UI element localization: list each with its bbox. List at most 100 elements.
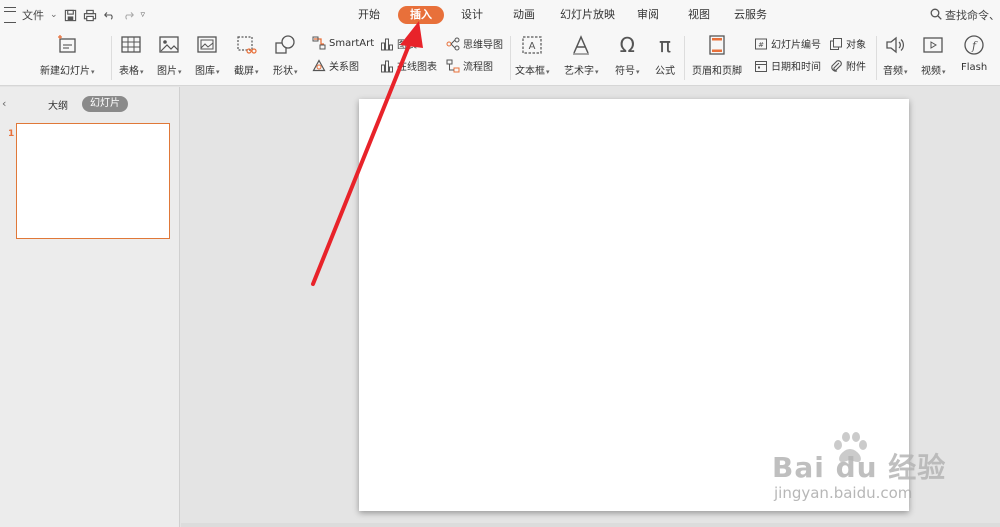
print-icon[interactable] xyxy=(83,7,97,23)
caret-icon: ▾ xyxy=(255,68,259,76)
slide-number-button[interactable]: # 幻灯片编号 xyxy=(754,36,821,51)
formula-button[interactable]: π 公式 xyxy=(654,33,676,77)
gallery-button[interactable]: 图库▾ xyxy=(195,34,220,77)
collapse-panel-icon[interactable]: ‹ xyxy=(2,97,6,110)
chart-button[interactable]: 图表 xyxy=(380,36,417,51)
flowchart-button[interactable]: 流程图 xyxy=(446,58,493,73)
textbox-icon: A xyxy=(521,34,543,56)
wordart-label: 艺术字 xyxy=(564,66,594,77)
search-command[interactable]: 查找命令、 xyxy=(930,7,1000,23)
online-chart-icon xyxy=(380,59,394,73)
tab-home[interactable]: 开始 xyxy=(358,6,380,24)
online-chart-label: 在线图表 xyxy=(397,62,437,73)
paperclip-icon xyxy=(829,59,843,73)
audio-button[interactable]: 音频▾ xyxy=(883,34,908,77)
tab-design[interactable]: 设计 xyxy=(461,6,483,24)
svg-text:A: A xyxy=(529,41,536,52)
table-icon xyxy=(120,34,142,56)
flash-button[interactable]: f Flash xyxy=(961,34,987,73)
ribbon-toolbar: 新建幻灯片▾ 表格▾ 图片▾ 图库▾ 截屏▾ 形状▾ SmartArt 关系图 … xyxy=(0,30,1000,86)
slide-number-label: 幻灯片编号 xyxy=(771,40,821,51)
symbol-button[interactable]: Ω 符号▾ xyxy=(615,33,640,77)
object-label: 对象 xyxy=(846,40,866,51)
screenshot-button[interactable]: 截屏▾ xyxy=(234,34,259,77)
new-slide-label: 新建幻灯片 xyxy=(40,66,90,77)
symbol-label: 符号 xyxy=(615,66,635,77)
textbox-button[interactable]: A 文本框▾ xyxy=(515,34,550,77)
calendar-icon xyxy=(754,59,768,73)
caret-icon: ▾ xyxy=(140,68,144,76)
tab-animation[interactable]: 动画 xyxy=(513,6,535,24)
tab-outline[interactable]: 大纲 xyxy=(48,97,68,112)
undo-icon[interactable] xyxy=(103,7,116,23)
svg-text:f: f xyxy=(971,40,978,53)
svg-text:#: # xyxy=(758,41,764,49)
date-time-label: 日期和时间 xyxy=(771,62,821,73)
table-button[interactable]: 表格▾ xyxy=(119,34,144,77)
wordart-icon xyxy=(570,34,592,56)
caret-icon: ▾ xyxy=(904,68,908,76)
hamburger-menu-icon[interactable] xyxy=(4,7,16,23)
picture-button[interactable]: 图片▾ xyxy=(157,34,182,77)
caret-icon: ▾ xyxy=(216,68,220,76)
search-icon xyxy=(930,8,942,23)
caret-icon: ▾ xyxy=(546,68,550,76)
online-chart-button[interactable]: 在线图表 xyxy=(380,58,437,73)
header-footer-label: 页眉和页脚 xyxy=(692,66,742,77)
header-footer-button[interactable]: 页眉和页脚 xyxy=(692,34,742,77)
mindmap-label: 思维导图 xyxy=(463,40,503,51)
shape-label: 形状 xyxy=(273,66,293,77)
video-label: 视频 xyxy=(921,66,941,77)
new-slide-icon xyxy=(56,34,78,56)
horizontal-scrollbar[interactable] xyxy=(181,523,1000,527)
mindmap-button[interactable]: 思维导图 xyxy=(446,36,503,51)
screenshot-icon xyxy=(235,34,257,56)
wordart-button[interactable]: 艺术字▾ xyxy=(564,34,599,77)
file-menu[interactable]: 文件 xyxy=(22,7,44,23)
tab-insert[interactable]: 插入 xyxy=(398,6,444,24)
divider xyxy=(510,36,511,80)
tab-slides[interactable]: 幻灯片 xyxy=(82,96,128,112)
save-icon[interactable] xyxy=(64,7,77,23)
caret-icon: ▾ xyxy=(942,68,946,76)
smartart-button[interactable]: SmartArt xyxy=(312,36,374,50)
tab-slideshow[interactable]: 幻灯片放映 xyxy=(560,6,615,24)
picture-label: 图片 xyxy=(157,66,177,77)
flash-icon: f xyxy=(963,34,985,56)
object-button[interactable]: 对象 xyxy=(829,36,866,51)
caret-icon: ▾ xyxy=(636,68,640,76)
divider xyxy=(876,36,877,80)
pi-icon: π xyxy=(658,33,672,57)
gallery-icon xyxy=(196,34,218,56)
video-button[interactable]: 视频▾ xyxy=(921,34,946,77)
divider xyxy=(684,36,685,80)
textbox-label: 文本框 xyxy=(515,66,545,77)
baidu-watermark: Bai du 经验 jingyan.baidu.com xyxy=(770,432,995,522)
slide-thumbnail[interactable] xyxy=(16,123,170,239)
speaker-icon xyxy=(884,34,906,56)
screenshot-label: 截屏 xyxy=(234,66,254,77)
new-slide-button[interactable]: 新建幻灯片▾ xyxy=(40,34,95,77)
caret-icon: ▾ xyxy=(91,68,95,76)
tab-review[interactable]: 审阅 xyxy=(637,6,659,24)
shape-button[interactable]: 形状▾ xyxy=(273,34,298,77)
tab-view[interactable]: 视图 xyxy=(688,6,710,24)
chevron-down-icon[interactable]: ⌄ xyxy=(50,7,58,23)
shape-icon xyxy=(274,34,296,56)
video-icon xyxy=(922,34,944,56)
picture-icon xyxy=(158,34,180,56)
quick-access-dropdown-icon[interactable]: ▿ xyxy=(141,7,146,23)
object-icon xyxy=(829,37,843,51)
relation-diagram-label: 关系图 xyxy=(329,62,359,73)
date-time-button[interactable]: 日期和时间 xyxy=(754,58,821,73)
watermark-brand: Bai du 经验 xyxy=(772,451,947,484)
redo-icon[interactable] xyxy=(122,7,135,23)
chart-label: 图表 xyxy=(397,40,417,51)
slides-panel: ‹ 大纲 幻灯片 1 xyxy=(0,87,180,527)
flowchart-label: 流程图 xyxy=(463,62,493,73)
watermark-url: jingyan.baidu.com xyxy=(774,484,913,502)
attachment-button[interactable]: 附件 xyxy=(829,58,866,73)
tab-cloud[interactable]: 云服务 xyxy=(734,6,767,24)
smartart-label: SmartArt xyxy=(329,37,375,49)
relation-diagram-button[interactable]: 关系图 xyxy=(312,58,359,73)
